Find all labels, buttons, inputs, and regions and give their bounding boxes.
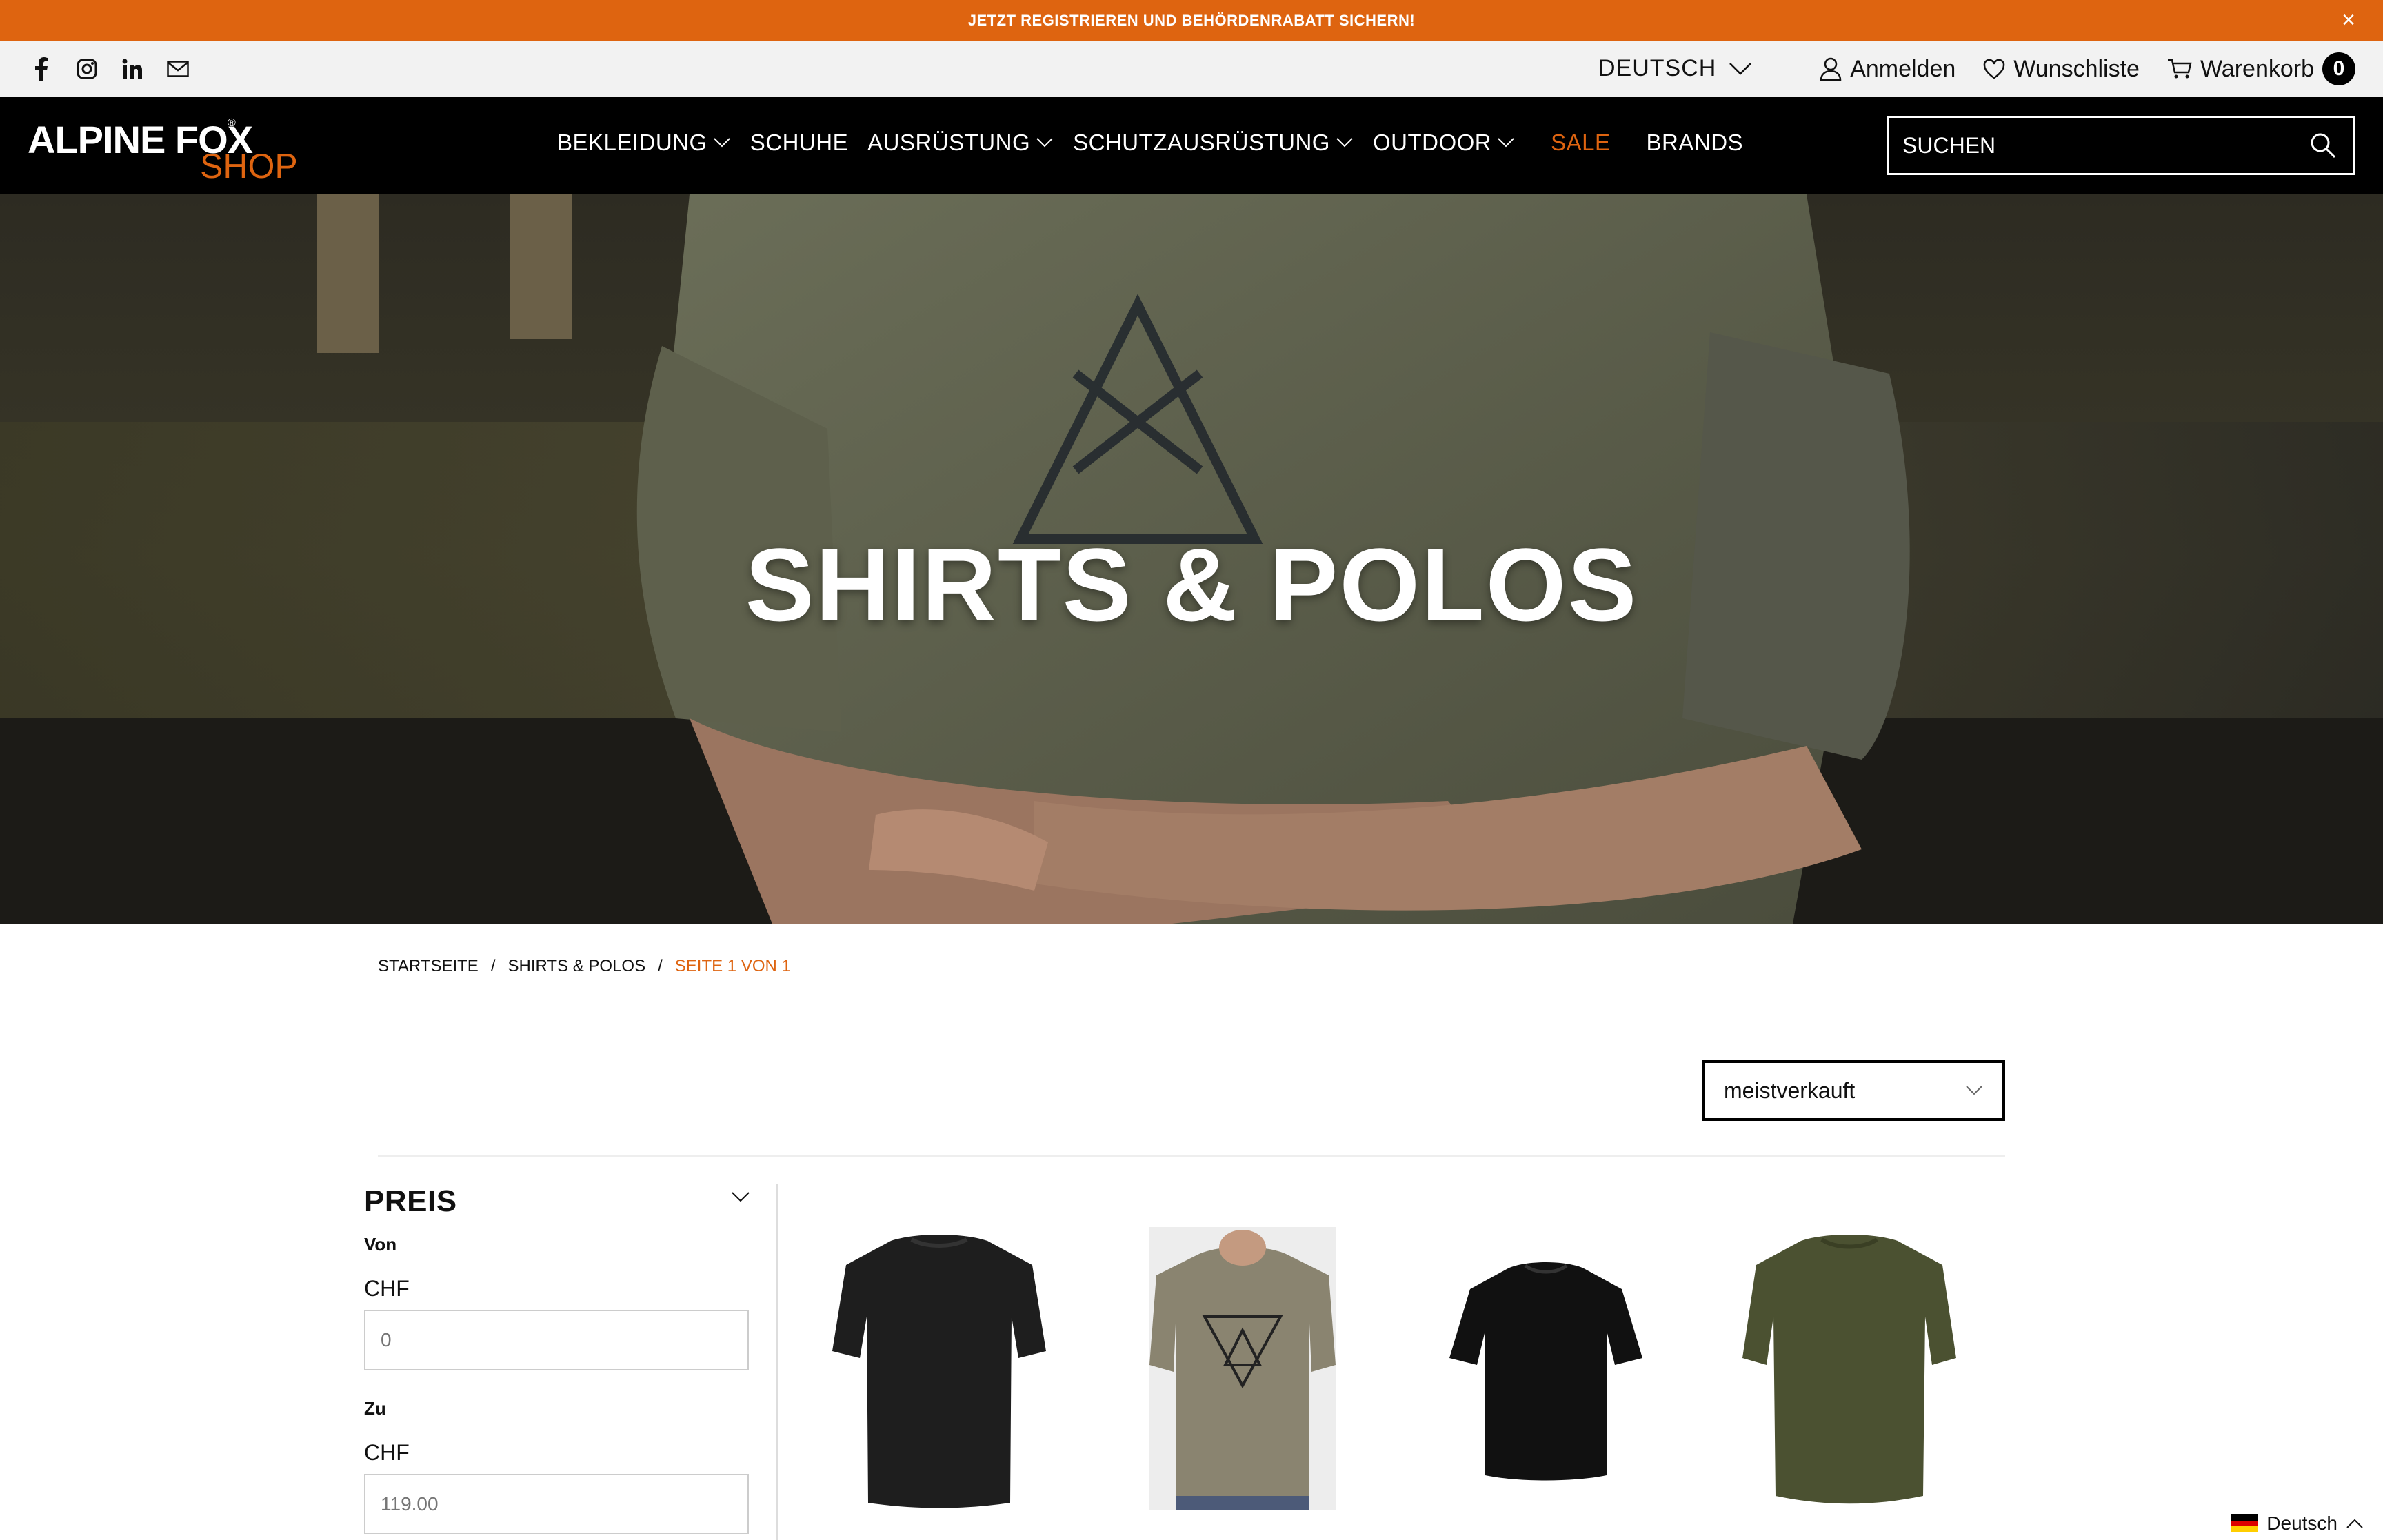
nav-label: OUTDOOR [1372,130,1492,155]
nav-label: AUSRÜSTUNG [867,130,1031,155]
olive-graphic-tshirt-image [1149,1227,1336,1510]
cart-link[interactable]: Warenkorb 0 [2167,52,2355,85]
account-links: Anmelden Wunschliste Warenkorb 0 [1820,52,2355,85]
social-links [28,55,192,83]
login-link[interactable]: Anmelden [1820,56,1955,83]
filter-title[interactable]: PREIS [364,1184,750,1219]
filter-currency: CHF [364,1276,410,1301]
filter-from-label: Von [364,1234,397,1255]
language-selector[interactable]: DEUTSCH [1598,55,1752,82]
divider [378,1155,2005,1157]
main-nav: BEKLEIDUNG SCHUHE AUSRÜSTUNG SCHUTZAUSRÜ… [557,130,1743,156]
breadcrumb-category[interactable]: SHIRTS & POLOS [507,957,645,976]
promo-bar: JETZT REGISTRIEREN UND BEHÖRDENRABATT SI… [0,0,2383,41]
divider [776,1184,778,1540]
heart-icon [1984,59,2005,79]
instagram-icon[interactable] [73,55,101,83]
chevron-down-icon [714,138,730,148]
breadcrumb-current: SEITE 1 VON 1 [674,957,791,975]
chevron-down-icon[interactable] [731,1191,750,1204]
nav-label: SALE [1551,130,1611,155]
product-card[interactable] [1422,1220,1670,1517]
login-label: Anmelden [1850,55,1956,82]
product-card[interactable] [1725,1220,1973,1517]
chevron-up-icon [2346,1519,2363,1528]
hero-banner: SHIRTS & POLOS [0,194,2383,924]
promo-text[interactable]: JETZT REGISTRIEREN UND BEHÖRDENRABATT SI… [968,12,1415,30]
nav-item-outdoor[interactable]: OUTDOOR [1373,130,1515,156]
chevron-down-icon [1336,138,1353,148]
chevron-down-icon [1729,62,1752,75]
language-label: DEUTSCH [1598,55,1717,81]
price-from-input[interactable] [364,1310,749,1370]
olive-raglan-tshirt-image [1742,1235,1956,1504]
chevron-down-icon [1036,138,1053,148]
price-to-input[interactable] [364,1474,749,1534]
main-header: ALPINE FOX ® SHOP BEKLEIDUNG SCHUHE AUSR… [0,97,2383,194]
language-widget[interactable]: Deutsch [2225,1510,2369,1537]
cart-icon [2167,59,2192,79]
product-card[interactable] [815,1220,1063,1517]
nav-item-sale[interactable]: SALE [1551,130,1610,156]
nav-item-schuhe[interactable]: SCHUHE [750,130,848,156]
linkedin-icon[interactable] [119,55,146,83]
breadcrumb-separator: / [658,957,663,975]
user-icon [1820,57,1842,81]
nav-label: SCHUHE [750,130,849,155]
page-title: SHIRTS & POLOS [745,527,1638,642]
facebook-icon[interactable] [28,55,55,83]
logo-registered: ® [228,117,236,129]
chevron-down-icon [1966,1086,1982,1095]
logo[interactable]: ALPINE FOX ® SHOP [28,110,303,185]
price-filter: PREIS Von CHF Zu CHF [364,1184,750,1534]
black-raglan-tshirt-image [832,1235,1046,1508]
close-icon[interactable]: × [2342,8,2355,32]
search-button[interactable] [2305,128,2341,163]
sort-select[interactable]: meistverkauft [1702,1060,2005,1121]
utility-bar: DEUTSCH Anmelden Wunschliste Warenkorb 0 [0,41,2383,97]
email-icon[interactable] [164,55,192,83]
cart-label: Warenkorb [2200,55,2314,82]
search-icon [2311,133,2336,159]
nav-label: BRANDS [1646,130,1744,155]
breadcrumb: STARTSEITE / SHIRTS & POLOS / SEITE 1 VO… [378,957,791,976]
cart-count-badge: 0 [2322,52,2355,85]
black-tshirt-image [1449,1262,1642,1481]
breadcrumb-separator: / [490,957,496,975]
wishlist-label: Wunschliste [2013,55,2140,82]
nav-label: SCHUTZAUSRÜSTUNG [1073,130,1330,155]
chevron-down-icon [1498,138,1514,148]
logo-shop-text: SHOP [200,147,298,185]
nav-item-brands[interactable]: BRANDS [1647,130,1744,156]
product-card[interactable] [1118,1220,1367,1517]
wishlist-link[interactable]: Wunschliste [1983,56,2140,83]
sort-selected-value: meistverkauft [1724,1077,1856,1103]
german-flag-icon [2231,1514,2259,1533]
breadcrumb-home[interactable]: STARTSEITE [378,957,479,976]
nav-item-schutzausruestung[interactable]: SCHUTZAUSRÜSTUNG [1073,130,1354,156]
filter-currency: CHF [364,1440,410,1465]
filter-to-label: Zu [364,1398,386,1419]
nav-label: BEKLEIDUNG [557,130,707,155]
search-box [1887,116,2355,175]
nav-item-ausruestung[interactable]: AUSRÜSTUNG [867,130,1054,156]
search-input[interactable] [1902,128,2289,163]
nav-item-bekleidung[interactable]: BEKLEIDUNG [557,130,731,156]
language-widget-label: Deutsch [2266,1512,2337,1534]
